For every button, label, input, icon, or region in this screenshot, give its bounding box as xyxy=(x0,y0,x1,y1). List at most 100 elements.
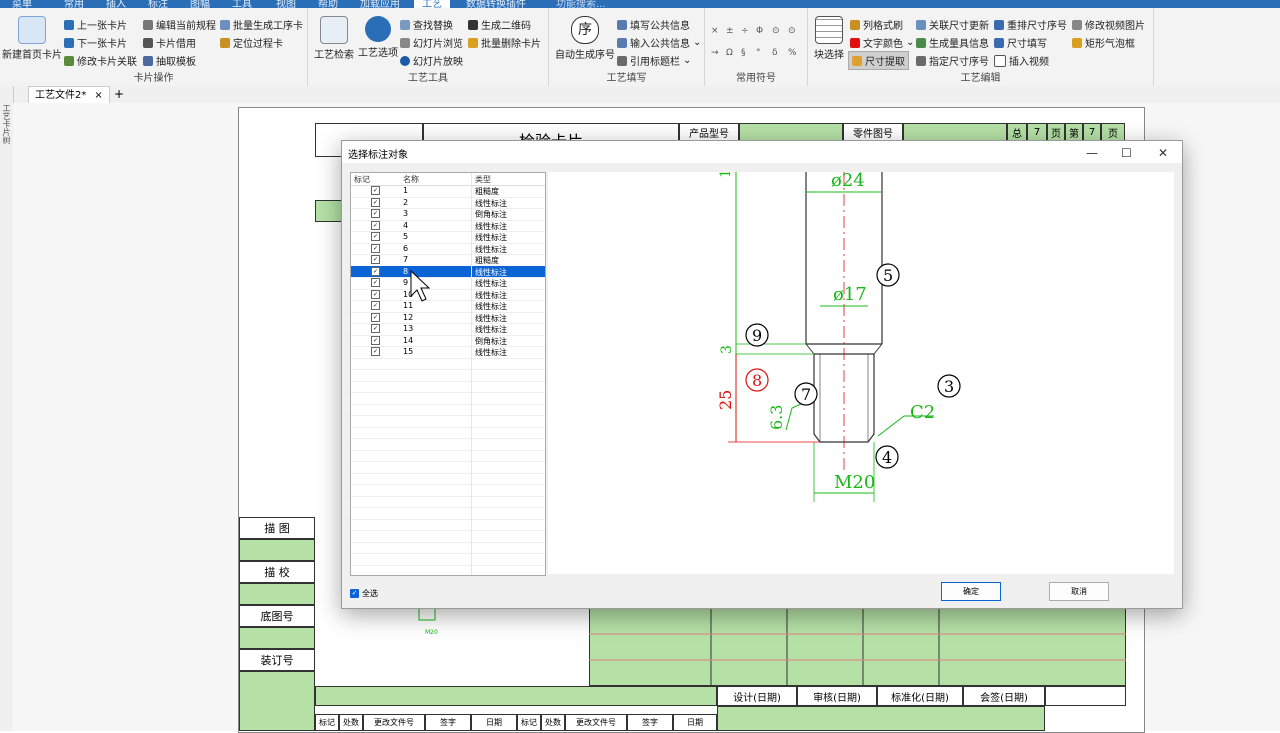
symbol-phi[interactable]: Φ xyxy=(756,26,763,36)
add-tab-button[interactable]: + xyxy=(114,86,124,103)
new-first-card-button[interactable]: 新建首页卡片 xyxy=(2,16,62,61)
dim-fill-button[interactable]: 尺寸填写 xyxy=(994,35,1047,50)
next-card-button[interactable]: 下一张卡片 xyxy=(64,35,127,50)
batch-gen-button[interactable]: 批量生成工序卡 xyxy=(220,17,303,32)
row-checkbox[interactable]: ✓ xyxy=(371,347,380,356)
left-field-base-no[interactable] xyxy=(239,627,315,649)
menu-tab-8[interactable]: 加载应用 xyxy=(360,0,400,8)
process-search-button[interactable]: 工艺检索 xyxy=(314,16,354,61)
minimize-icon[interactable]: — xyxy=(1086,146,1098,160)
menu-tab-0[interactable]: 菜单 xyxy=(12,0,32,8)
revision-green-row[interactable] xyxy=(315,686,717,706)
gen-gauge-button[interactable]: 生成量具信息 xyxy=(916,35,989,50)
row-checkbox[interactable]: ✓ xyxy=(371,220,380,230)
menu-tab-2[interactable]: 插入 xyxy=(106,0,126,8)
annotation-list[interactable]: 标记 名称 类型 ✓ 1 粗糙度 ✓ 2 线性标注 ✓ 3 倒角标注 ✓ 4 线性标注 ✓ 5 线性标注 ✓ 6… xyxy=(350,172,546,576)
row-checkbox[interactable]: ✓ xyxy=(371,209,380,218)
link-dim-update-button[interactable]: 关联尺寸更新 xyxy=(916,17,989,32)
row-checkbox[interactable]: ✓ xyxy=(371,255,380,264)
text-color-button[interactable]: 文字颜色 ⌄ xyxy=(850,35,914,50)
thumbnail-label: M20 xyxy=(425,629,438,636)
row-name: 9 xyxy=(403,278,409,287)
menu-tab-3[interactable]: 标注 xyxy=(148,0,168,8)
symbol-plusminus[interactable]: ± xyxy=(726,26,734,36)
menu-tab-5[interactable]: 工具 xyxy=(232,0,252,8)
ref-title-button[interactable]: 引用标题栏 ⌄ xyxy=(617,53,691,68)
slide-play-button[interactable]: 幻灯片放映 xyxy=(400,53,463,68)
left-field-check[interactable] xyxy=(239,583,315,605)
dialog-title-bar[interactable]: 选择标注对象 — ☐ ✕ xyxy=(342,141,1182,163)
format-brush-button[interactable]: 列格式刷 xyxy=(850,17,903,32)
fill-public-button[interactable]: 填写公共信息 xyxy=(617,17,690,32)
cancel-button[interactable]: 取消 xyxy=(1049,582,1109,601)
batch-delete-button[interactable]: 批量删除卡片 xyxy=(468,35,541,50)
insert-video-button[interactable]: 插入视频 xyxy=(994,53,1049,68)
menu-tab-active[interactable]: 工艺 xyxy=(414,0,450,8)
select-all-checkbox[interactable]: ✓ 全选 xyxy=(350,588,378,599)
slide-browse-button[interactable]: 幻灯片浏览 xyxy=(400,35,463,50)
find-replace-button[interactable]: 查找替换 xyxy=(400,17,453,32)
modify-card-link-button[interactable]: 修改卡片关联 xyxy=(64,53,137,68)
menu-tab-6[interactable]: 视图 xyxy=(276,0,296,8)
process-options-button[interactable]: 工艺选项 xyxy=(358,16,398,59)
symbol-degree[interactable]: ° xyxy=(756,48,761,58)
borrow-card-button[interactable]: 卡片借用 xyxy=(143,35,196,50)
reorder-seq-button[interactable]: 重排尺寸序号 xyxy=(994,17,1067,32)
row-checkbox[interactable]: ✓ xyxy=(371,278,380,287)
row-checkbox[interactable]: ✓ xyxy=(371,335,380,345)
symbol-circle-dot-2[interactable]: ⊙ xyxy=(788,26,796,36)
auto-seq-button[interactable]: 序 自动生成序号 xyxy=(555,16,615,61)
symbol-percent[interactable]: % xyxy=(788,48,797,58)
row-checkbox[interactable]: ✓ xyxy=(371,232,380,241)
symbol-delta[interactable]: δ xyxy=(772,48,778,58)
product-no-field[interactable] xyxy=(739,123,843,141)
block-select-button[interactable]: 块选择 xyxy=(814,16,844,61)
locate-process-card-button[interactable]: 定位过程卡 xyxy=(220,35,283,50)
modify-video-image-button[interactable]: 修改视频图片 xyxy=(1072,17,1145,32)
drawing-preview[interactable]: ø24 ø17 M20 C2 3 25 6.3 1 5 9 8 7 3 4 xyxy=(548,169,1174,574)
close-icon[interactable]: × xyxy=(94,87,102,104)
symbol-arrow[interactable]: → xyxy=(711,48,719,58)
close-icon[interactable]: ✕ xyxy=(1158,146,1168,160)
part-no-field[interactable] xyxy=(903,123,1007,141)
row-checkbox[interactable]: ✓ xyxy=(371,312,380,322)
row-checkbox[interactable]: ✓ xyxy=(371,289,380,299)
menu-tab-10[interactable]: 数据转换插件 xyxy=(466,0,526,8)
edit-rule-button[interactable]: 编辑当前规程 xyxy=(143,17,216,32)
extract-template-button[interactable]: 抽取模板 xyxy=(143,53,196,68)
ok-button[interactable]: 确定 xyxy=(941,582,1001,601)
input-public-button[interactable]: 输入公共信息 ⌄ xyxy=(617,35,701,50)
symbol-times[interactable]: × xyxy=(711,26,719,36)
row-type: 线性标注 xyxy=(475,302,507,311)
function-search[interactable]: 功能搜索... xyxy=(556,0,606,8)
row-checkbox[interactable]: ✓ xyxy=(371,266,380,276)
document-tab[interactable]: 工艺文件2* × xyxy=(28,86,110,104)
row-checkbox[interactable]: ✓ xyxy=(371,324,380,333)
sign-field-row[interactable] xyxy=(717,706,1045,731)
symbol-omega[interactable]: Ω xyxy=(726,48,733,58)
prev-card-button[interactable]: 上一张卡片 xyxy=(64,17,127,32)
symbol-section[interactable]: § xyxy=(741,48,746,58)
row-checkbox[interactable]: ✓ xyxy=(371,301,380,310)
symbol-circle-dot[interactable]: ⊙ xyxy=(772,26,780,36)
dim-extract-button[interactable]: 尺寸提取 xyxy=(848,51,909,70)
menu-tab-4[interactable]: 图幅 xyxy=(190,0,210,8)
left-field-draw[interactable] xyxy=(239,539,315,561)
find-icon xyxy=(400,19,410,30)
row-checkbox[interactable]: ✓ xyxy=(371,243,380,253)
menu-tab-7[interactable]: 帮助 xyxy=(318,0,338,8)
row-checkbox[interactable]: ✓ xyxy=(371,186,380,195)
gauge-icon xyxy=(916,37,926,48)
chamfer-leader xyxy=(877,415,905,437)
rect-bubble-button[interactable]: 矩形气泡框 xyxy=(1072,35,1135,50)
gen-qr-button[interactable]: 生成二维码 xyxy=(468,17,531,32)
left-side-panel[interactable]: 工艺卡片树 xyxy=(0,86,14,731)
symbol-divide[interactable]: ÷ xyxy=(741,26,749,36)
row-name: 1 xyxy=(403,186,409,195)
maximize-icon[interactable]: ☐ xyxy=(1121,146,1132,160)
row-checkbox[interactable]: ✓ xyxy=(371,197,380,207)
group-process-edit: 块选择 列格式刷 文字颜色 ⌄ 尺寸提取 关联尺寸更新 生成量具信息 指定尺寸序号… xyxy=(808,8,1154,86)
assign-seq-button[interactable]: 指定尺寸序号 xyxy=(916,53,989,68)
left-field-binding-no[interactable] xyxy=(239,671,315,731)
menu-tab-1[interactable]: 常用 xyxy=(64,0,84,8)
